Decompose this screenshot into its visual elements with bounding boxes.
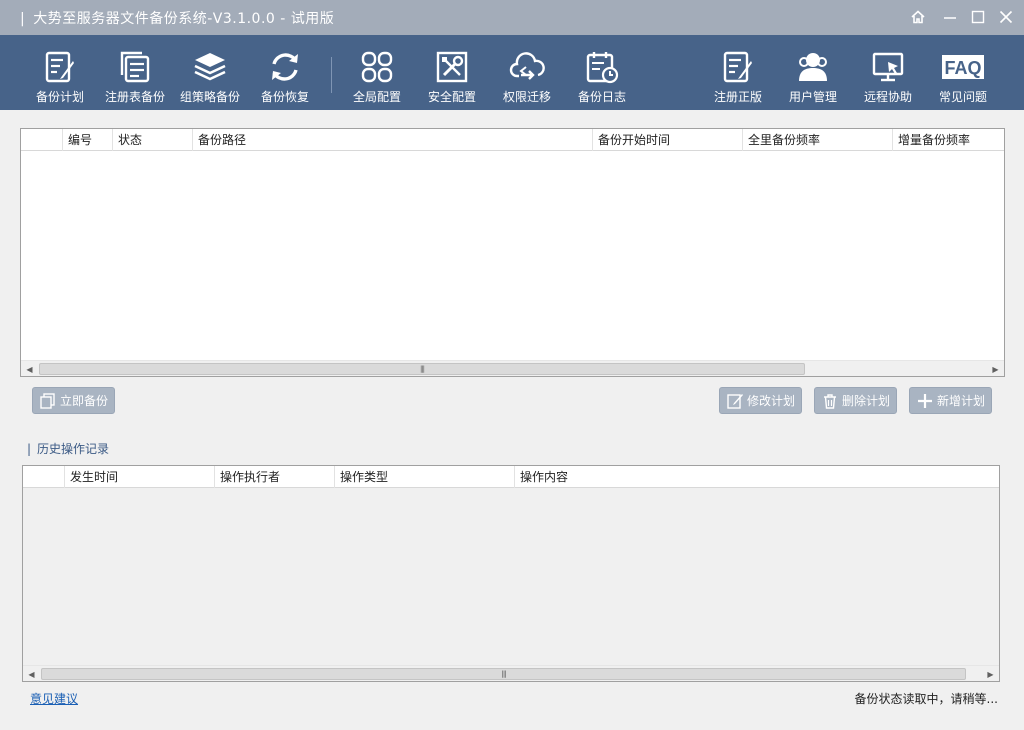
column-header-start-time[interactable]: 备份开始时间 [593,129,743,151]
minimize-button[interactable] [937,5,963,29]
register-icon [723,51,752,83]
trash-icon [823,393,836,409]
backup-plan-icon [45,51,74,83]
column-header-time[interactable]: 发生时间 [65,466,215,488]
security-config-icon [436,51,468,83]
toolbar-label: 注册表备份 [104,90,165,104]
toolbar-label: 常见问题 [938,90,987,104]
column-header-select[interactable] [21,129,63,151]
column-header-select[interactable] [23,466,65,488]
history-table-hscrollbar[interactable]: ◀ ||| ▶ [23,665,999,681]
toolbar-label: 安全配置 [427,90,476,104]
close-button[interactable] [993,5,1019,29]
copy-icon [40,392,55,409]
remote-assist-icon [872,52,904,82]
toolbar-global-config[interactable]: 全局配置 [340,35,414,110]
column-header-status[interactable]: 状态 [113,129,193,151]
home-icon[interactable] [905,5,931,29]
status-message: 备份状态读取中，请稍等... [854,692,998,706]
scroll-left-arrow-icon[interactable]: ◀ [23,666,40,682]
toolbar-label: 用户管理 [788,90,837,104]
feedback-link[interactable]: 意见建议 [30,690,78,707]
plus-icon [917,393,932,408]
add-plan-button[interactable]: 新增计划 [909,387,992,414]
plan-table: 编号 状态 备份路径 备份开始时间 全里备份频率 增量备份频率 ◀ ||| ▶ [20,128,1005,377]
toolbar-label: 远程协助 [863,90,912,104]
edit-plan-button[interactable]: 修改计划 [719,387,802,414]
history-section-title: | 历史操作记录 [27,440,109,457]
toolbar-label: 权限迁移 [502,90,551,104]
toolbar-permission-migrate[interactable]: 权限迁移 [490,35,564,110]
column-header-full-frequency[interactable]: 全里备份频率 [743,129,893,151]
restore-icon [272,53,298,81]
scroll-right-arrow-icon[interactable]: ▶ [982,666,999,682]
toolbar-policy-backup[interactable]: 组策略备份 [173,35,247,110]
toolbar-registry-backup[interactable]: 注册表备份 [98,35,172,110]
scroll-right-arrow-icon[interactable]: ▶ [987,361,1004,377]
scroll-grip-icon: ||| [501,670,506,678]
section-marker: | [27,442,32,456]
toolbar-label: 注册正版 [713,90,762,104]
toolbar-user-manage[interactable]: 用户管理 [776,35,850,110]
plan-table-hscrollbar[interactable]: ◀ ||| ▶ [21,360,1004,376]
policy-backup-icon [194,53,226,81]
toolbar-label: 备份日志 [577,90,626,104]
backup-now-label: 立即备份 [59,394,108,408]
add-plan-label: 新增计划 [936,394,985,408]
toolbar-remote-assist[interactable]: 远程协助 [851,35,925,110]
global-config-icon [361,51,393,83]
history-title-text: 历史操作记录 [37,442,110,456]
toolbar-restore[interactable]: 备份恢复 [248,35,322,110]
scroll-thumb[interactable]: ||| [41,668,966,680]
maximize-button[interactable] [965,5,991,29]
edit-icon [727,393,743,409]
toolbar-security-config[interactable]: 安全配置 [415,35,489,110]
scroll-grip-icon: ||| [419,365,425,373]
toolbar-faq[interactable]: FAQ 常见问题 [926,35,1000,110]
toolbar-separator [331,57,332,93]
scroll-left-arrow-icon[interactable]: ◀ [21,361,38,377]
permission-migrate-icon [509,52,545,80]
toolbar-backup-log[interactable]: 备份日志 [565,35,639,110]
user-manage-icon [799,53,827,81]
backup-now-button[interactable]: 立即备份 [32,387,115,414]
column-header-operator[interactable]: 操作执行者 [215,466,335,488]
faq-icon: FAQ [942,55,984,79]
main-toolbar: 备份计划 注册表备份 组策略备份 备份恢复 全局配置 安全配置 权限迁移 备份日… [0,35,1024,110]
column-header-incremental-frequency[interactable]: 增量备份频率 [893,129,1004,151]
column-header-backup-path[interactable]: 备份路径 [193,129,593,151]
delete-plan-label: 删除计划 [841,394,890,408]
toolbar-backup-plan[interactable]: 备份计划 [23,35,97,110]
scroll-thumb[interactable]: ||| [39,363,805,375]
window-title: | 大势至服务器文件备份系统-V3.1.0.0 - 试用版 [20,8,334,28]
column-header-id[interactable]: 编号 [63,129,113,151]
column-header-operation-type[interactable]: 操作类型 [335,466,515,488]
toolbar-label: 备份计划 [35,90,84,104]
toolbar-label: 全局配置 [352,90,401,104]
toolbar-label: 备份恢复 [260,90,309,104]
edit-plan-label: 修改计划 [746,394,795,408]
registry-backup-icon [120,51,150,83]
title-bar: | 大势至服务器文件备份系统-V3.1.0.0 - 试用版 [0,0,1024,35]
window-title-text: 大势至服务器文件备份系统-V3.1.0.0 - 试用版 [33,11,335,27]
history-table: 发生时间 操作执行者 操作类型 操作内容 ◀ ||| ▶ [22,465,1000,682]
history-table-header: 发生时间 操作执行者 操作类型 操作内容 [23,466,999,488]
faq-icon-text: FAQ [944,58,981,78]
plan-table-header: 编号 状态 备份路径 备份开始时间 全里备份频率 增量备份频率 [21,129,1004,151]
toolbar-label: 组策略备份 [179,90,240,104]
backup-log-icon [586,52,619,84]
toolbar-register[interactable]: 注册正版 [701,35,775,110]
column-header-operation-content[interactable]: 操作内容 [515,466,999,488]
delete-plan-button[interactable]: 删除计划 [814,387,897,414]
title-separator: | [20,11,26,27]
